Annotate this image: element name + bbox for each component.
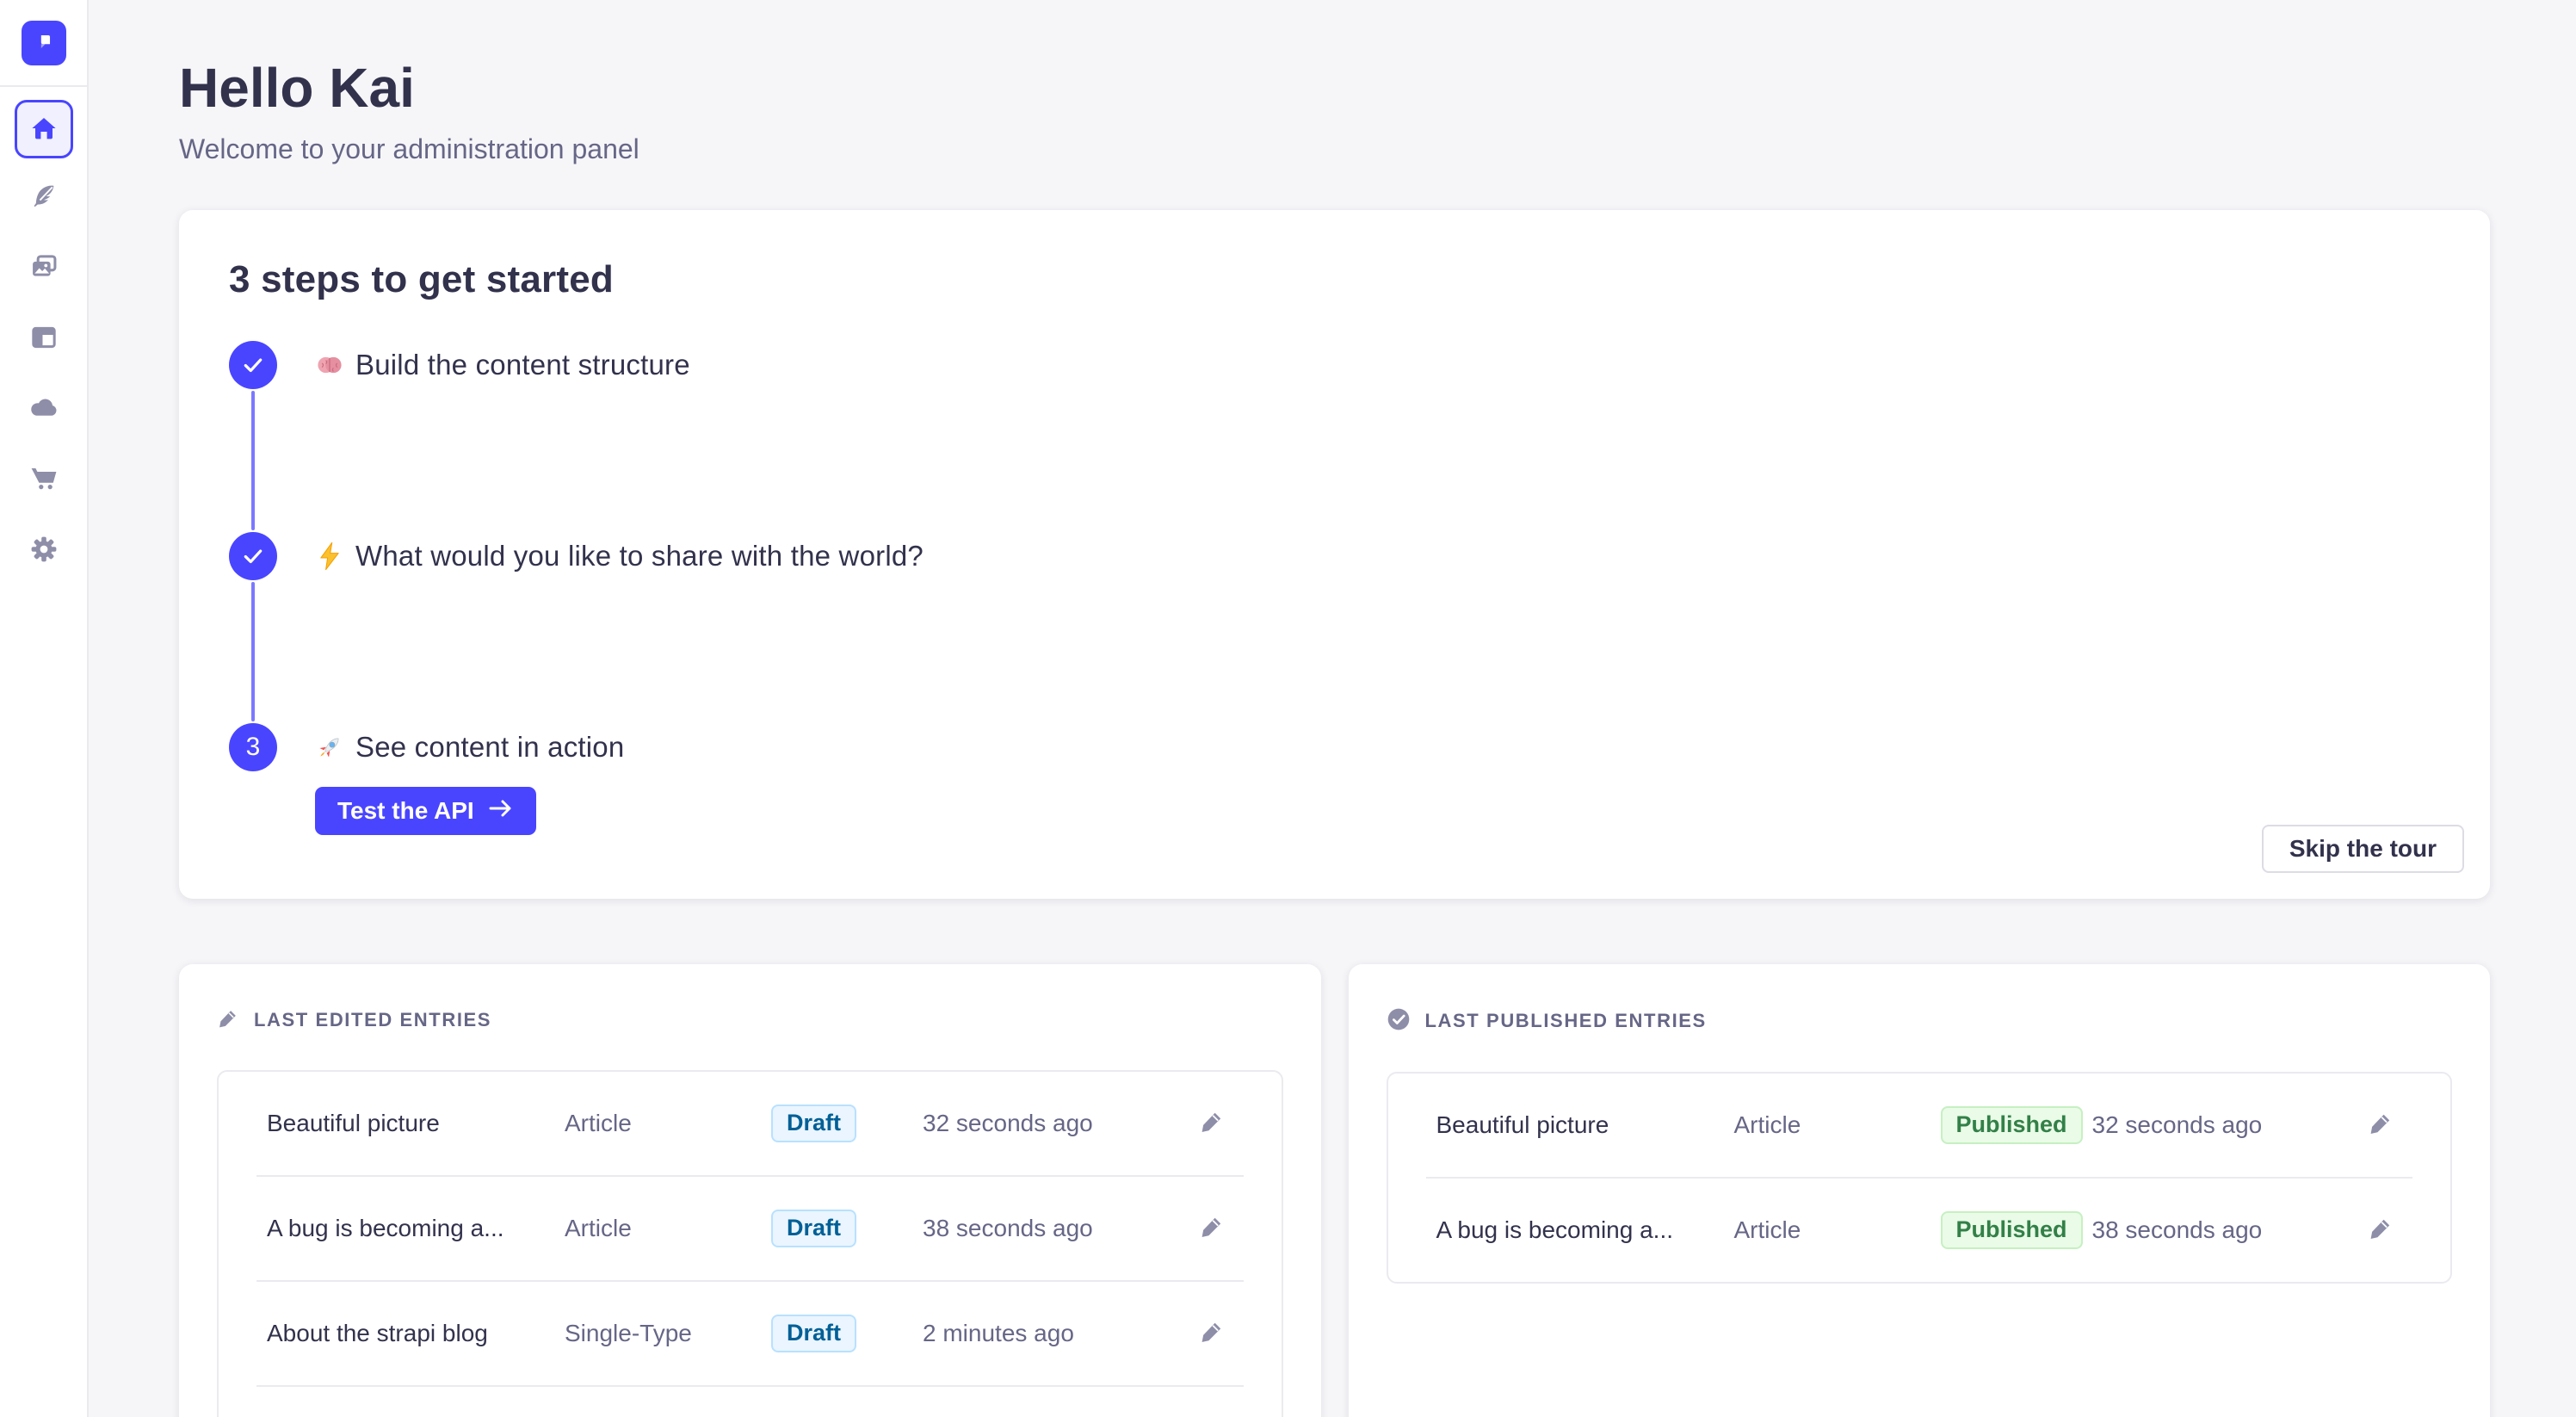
entry-title: Beautiful picture — [267, 1110, 565, 1137]
entry-kind: Single-Type — [565, 1320, 771, 1347]
last-edited-header: LAST EDITED ENTRIES — [217, 1007, 1283, 1034]
pencil-icon — [2368, 1216, 2394, 1244]
last-edited-table: Beautiful picture Article Draft 32 secon… — [217, 1070, 1283, 1417]
pencil-icon — [217, 1007, 239, 1034]
onboarding-card: 3 steps to get started — [179, 210, 2490, 899]
sidebar-item-content-type-builder[interactable] — [0, 303, 87, 374]
status-badge: Draft — [771, 1105, 856, 1142]
last-published-header: LAST PUBLISHED ENTRIES — [1387, 1007, 2453, 1036]
entry-kind: Article — [1734, 1111, 1941, 1139]
edit-entry-button[interactable] — [1192, 1209, 1232, 1248]
status-badge: Published — [1941, 1211, 2083, 1249]
home-icon — [27, 111, 61, 148]
edit-entry-button[interactable] — [2361, 1105, 2400, 1145]
entry-time: 38 seconds ago — [2092, 1216, 2351, 1244]
strapi-logo[interactable] — [22, 21, 66, 65]
status-badge: Draft — [771, 1315, 856, 1352]
pencil-icon — [1199, 1319, 1225, 1347]
sidebar-item-marketplace[interactable] — [0, 444, 87, 515]
step-2-text: What would you like to share with the wo… — [355, 540, 924, 572]
layout-panels-icon — [28, 321, 60, 356]
widgets-row: LAST EDITED ENTRIES Beautiful picture Ar… — [179, 964, 2490, 1417]
entry-title: A bug is becoming a... — [1436, 1216, 1734, 1244]
arrow-right-icon — [488, 797, 514, 825]
media-pictures-icon — [28, 251, 60, 286]
last-edited-title: LAST EDITED ENTRIES — [254, 1009, 491, 1031]
check-circle-icon — [1387, 1007, 1411, 1036]
step-connector — [251, 391, 255, 530]
strapi-logo-icon — [30, 28, 58, 58]
step-1-check-icon — [229, 341, 277, 389]
entry-title: A bug is becoming a... — [267, 1215, 565, 1242]
table-row: About the strapi blog Single-Type Draft … — [219, 1282, 1282, 1385]
sidebar-item-settings[interactable] — [0, 515, 87, 585]
step-2-label[interactable]: What would you like to share with the wo… — [315, 532, 924, 580]
feather-pen-icon — [28, 180, 60, 215]
last-published-table: Beautiful picture Article Published 32 s… — [1387, 1072, 2453, 1284]
entry-time: 32 seconds ago — [923, 1110, 1181, 1137]
test-api-label: Test the API — [337, 797, 474, 825]
main-content: Hello Kai Welcome to your administration… — [89, 0, 2576, 1417]
entry-title: Beautiful picture — [1436, 1111, 1734, 1139]
status-badge: Draft — [771, 1210, 856, 1247]
step-2-rail — [229, 532, 277, 723]
step-3-rail: 3 — [229, 723, 277, 835]
step-1-text: Build the content structure — [355, 349, 690, 381]
shopping-cart-icon — [27, 461, 61, 498]
status-badge: Published — [1941, 1106, 2083, 1144]
entry-time: 32 seconds ago — [2092, 1111, 2351, 1139]
step-1-label[interactable]: Build the content structure — [315, 341, 690, 389]
page-subtitle: Welcome to your administration panel — [179, 133, 2490, 165]
edit-entry-button[interactable] — [2361, 1210, 2400, 1250]
step-1-rail — [229, 341, 277, 532]
pencil-icon — [1199, 1109, 1225, 1137]
pencil-icon — [1199, 1214, 1225, 1242]
sidebar-item-home[interactable] — [15, 100, 73, 158]
step-connector — [251, 582, 255, 721]
table-row: Beautiful picture Article Draft 32 secon… — [219, 1072, 1282, 1175]
entry-kind: Article — [565, 1215, 771, 1242]
table-row — [219, 1387, 1282, 1417]
rocket-emoji — [315, 733, 344, 762]
table-row: A bug is becoming a... Article Published… — [1388, 1179, 2451, 1282]
logo-section — [0, 0, 87, 87]
entry-time: 38 seconds ago — [923, 1215, 1181, 1242]
sidebar-item-cloud[interactable] — [0, 374, 87, 444]
step-2-check-icon — [229, 532, 277, 580]
lightning-emoji — [315, 541, 344, 571]
entry-time: 2 minutes ago — [923, 1320, 1181, 1347]
sidebar-item-content-manager[interactable] — [0, 162, 87, 232]
pencil-icon — [2368, 1111, 2394, 1139]
onboarding-step-1: Build the content structure — [229, 341, 2438, 532]
sidebar-item-media-library[interactable] — [0, 232, 87, 303]
table-row: A bug is becoming a... Article Draft 38 … — [219, 1177, 1282, 1280]
sidebar-nav — [0, 87, 87, 585]
entry-title: About the strapi blog — [267, 1320, 565, 1347]
step-3-label[interactable]: See content in action — [315, 723, 624, 771]
last-edited-widget: LAST EDITED ENTRIES Beautiful picture Ar… — [179, 964, 1321, 1417]
edit-entry-button[interactable] — [1192, 1314, 1232, 1353]
test-api-button[interactable]: Test the API — [315, 787, 536, 835]
onboarding-step-3: 3 Se — [229, 723, 2438, 835]
last-published-widget: LAST PUBLISHED ENTRIES Beautiful picture… — [1349, 964, 2491, 1417]
page-title: Hello Kai — [179, 55, 2490, 121]
entry-kind: Article — [1734, 1216, 1941, 1244]
step-3-text: See content in action — [355, 731, 624, 764]
table-row: Beautiful picture Article Published 32 s… — [1388, 1074, 2451, 1177]
brain-emoji — [315, 350, 344, 380]
edit-entry-button[interactable] — [1192, 1104, 1232, 1143]
last-published-title: LAST PUBLISHED ENTRIES — [1425, 1010, 1707, 1032]
step-3-number: 3 — [229, 723, 277, 771]
onboarding-step-2: What would you like to share with the wo… — [229, 532, 2438, 723]
skip-tour-button[interactable]: Skip the tour — [2262, 825, 2464, 873]
sidebar — [0, 0, 89, 1417]
onboarding-title: 3 steps to get started — [229, 258, 2438, 301]
cloud-icon — [27, 391, 61, 428]
gear-icon — [27, 532, 61, 569]
entry-kind: Article — [565, 1110, 771, 1137]
